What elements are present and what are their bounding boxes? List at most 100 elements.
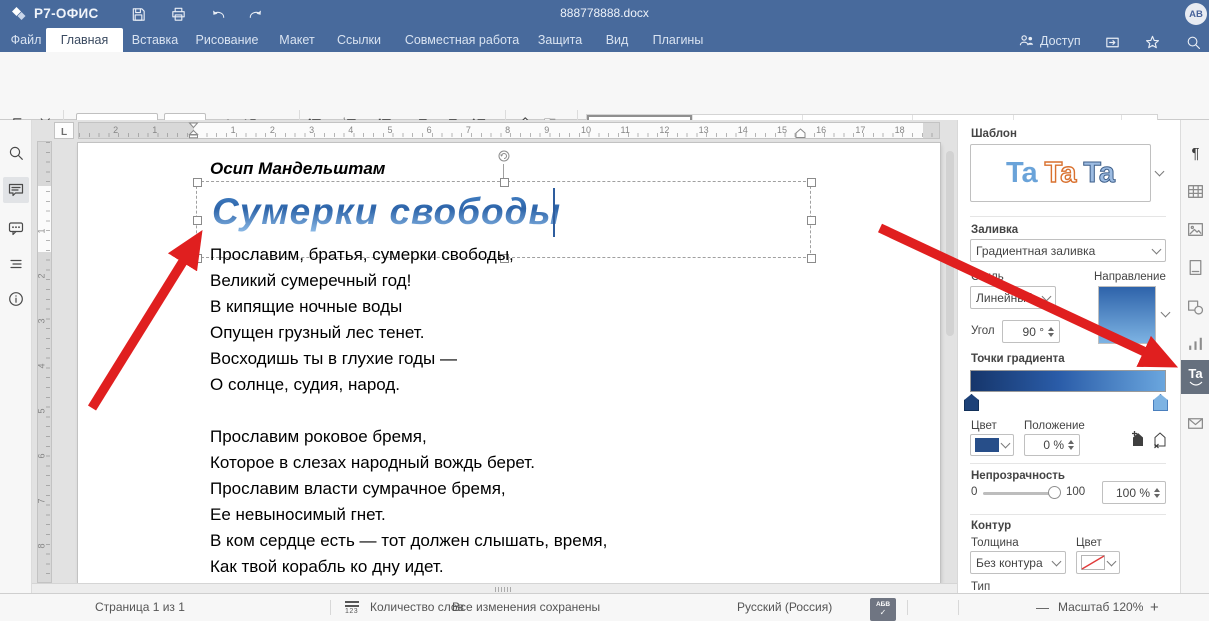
search-button[interactable] (1183, 32, 1203, 52)
vertical-ruler[interactable]: 12345678 (37, 141, 52, 583)
text-line[interactable]: Ее невыносимый гнет. (210, 502, 607, 528)
thickness-label: Толщина (971, 537, 1019, 549)
tab-selector-box[interactable]: L (54, 122, 74, 139)
shape-settings-button[interactable] (1181, 292, 1209, 322)
zoom-in-button[interactable]: + (1150, 594, 1159, 621)
tab-references[interactable]: Ссылки (328, 28, 390, 52)
tab-collaboration[interactable]: Совместная работа (396, 28, 528, 52)
type-label: Тип (971, 581, 990, 593)
stop-color-select[interactable] (970, 434, 1014, 456)
selection-handle-ne[interactable] (807, 178, 816, 187)
access-button[interactable]: Доступ (1018, 32, 1081, 49)
stanza-1[interactable]: Прославим, братья, сумерки свободы, Вели… (210, 242, 514, 398)
selection-handle-n[interactable] (500, 178, 509, 187)
open-file-location-button[interactable] (1102, 32, 1122, 52)
first-line-indent-marker[interactable] (188, 122, 199, 139)
tab-draw[interactable]: Рисование (187, 28, 267, 52)
tab-file[interactable]: Файл (4, 28, 48, 52)
opacity-input[interactable]: 100 % (1102, 481, 1166, 504)
ruler-number: 5 (387, 125, 392, 135)
gradient-stop-left[interactable] (964, 394, 979, 411)
text-line[interactable]: Опущен грузный лес тенет. (210, 320, 514, 346)
text-line[interactable]: Восходишь ты в глухие годы — (210, 346, 514, 372)
chart-settings-button[interactable] (1181, 328, 1209, 358)
stanza-2[interactable]: Прославим роковое бремя, Которое в слеза… (210, 424, 607, 580)
gradient-bar[interactable] (970, 370, 1166, 392)
template-gallery[interactable]: Ta Ta Ta (970, 144, 1151, 202)
tab-selector-glyph: L (61, 127, 67, 138)
text-line[interactable]: Великий сумеречный год! (210, 268, 514, 294)
gradient-direction-preview[interactable] (1098, 286, 1156, 344)
tab-home[interactable]: Главная (46, 28, 123, 52)
direction-label: Направление (1094, 271, 1166, 283)
outline-color-select[interactable] (1076, 551, 1120, 574)
tab-plugins[interactable]: Плагины (642, 28, 714, 52)
text-line[interactable]: В кипящие ночные воды (210, 294, 514, 320)
position-spinner[interactable] (1068, 440, 1074, 450)
rotation-handle[interactable] (497, 149, 511, 163)
page-counter[interactable]: Страница 1 из 1 (95, 594, 185, 621)
selection-handle-nw[interactable] (193, 178, 202, 187)
text-line[interactable]: Прославим, братья, сумерки свободы, (210, 242, 514, 268)
text-line[interactable]: О солнце, судия, народ. (210, 372, 514, 398)
language-select[interactable]: Русский (Россия) (737, 594, 832, 621)
opacity-slider-handle[interactable] (1048, 486, 1061, 499)
tab-layout[interactable]: Макет (268, 28, 326, 52)
tab-insert[interactable]: Вставка (123, 28, 187, 52)
word-count-label[interactable]: Количество слов (370, 594, 464, 621)
mailmerge-settings-button[interactable] (1181, 408, 1209, 438)
add-gradient-stop-button[interactable] (1130, 430, 1146, 450)
chevron-down-icon (1052, 556, 1062, 566)
favorites-button[interactable] (1142, 32, 1162, 52)
direction-expand-chevron[interactable] (1161, 308, 1171, 318)
opacity-slider[interactable] (983, 492, 1054, 495)
user-avatar[interactable]: AB (1185, 3, 1207, 25)
table-settings-button[interactable] (1181, 176, 1209, 206)
rotation-stem (503, 164, 504, 178)
selection-handle-sw[interactable] (193, 254, 202, 263)
headerfooter-settings-button[interactable] (1181, 252, 1209, 282)
text-line[interactable]: В ком сердце есть — тот должен слышать, … (210, 528, 607, 554)
opacity-spinner[interactable] (1154, 488, 1160, 498)
fill-type-select[interactable]: Градиентная заливка (970, 239, 1166, 262)
text-caret (553, 188, 555, 237)
check-icon: ✓ (880, 608, 887, 617)
outline-size-select[interactable]: Без контура (970, 551, 1066, 574)
zoom-out-button[interactable]: — (1036, 594, 1049, 621)
template-expand-chevron[interactable] (1155, 167, 1165, 177)
selection-handle-se[interactable] (807, 254, 816, 263)
chat-button[interactable] (3, 215, 29, 241)
image-settings-button[interactable] (1181, 214, 1209, 244)
navigation-button[interactable] (3, 251, 29, 277)
selection-handle-w[interactable] (193, 216, 202, 225)
text-line[interactable]: Прославим роковое бремя, (210, 424, 607, 450)
position-input[interactable]: 0 % (1024, 434, 1080, 456)
scrollbar-thumb[interactable] (946, 151, 954, 336)
gradient-stop-right[interactable] (1153, 394, 1168, 411)
scroll-grip[interactable] (495, 587, 512, 592)
spellcheck-toggle[interactable]: АБВ ✓ (870, 598, 896, 621)
vertical-scrollbar[interactable] (944, 143, 956, 581)
gradient-style-select[interactable]: Линейный (970, 286, 1056, 309)
tab-view[interactable]: Вид (594, 28, 640, 52)
text-line[interactable]: Которое в слезах народный вождь берет. (210, 450, 607, 476)
textart-settings-button[interactable]: Ta (1181, 360, 1209, 394)
about-button[interactable] (3, 286, 29, 312)
word-count-icon[interactable]: 123 (345, 599, 363, 617)
text-line[interactable]: Как твой корабль ко дну идет. (210, 554, 607, 580)
remove-gradient-stop-button[interactable] (1152, 430, 1168, 450)
ruler-number: 2 (37, 273, 47, 278)
find-button[interactable] (3, 140, 29, 166)
comments-button[interactable] (3, 177, 29, 203)
author-line[interactable]: Осип Мандельштам (210, 159, 385, 179)
angle-spinner[interactable] (1048, 327, 1054, 337)
selection-handle-e[interactable] (807, 216, 816, 225)
position-label: Положение (1024, 420, 1085, 432)
left-sidebar (0, 120, 32, 593)
horizontal-ruler[interactable]: 12345678910111213141516171812 (78, 122, 940, 139)
tab-protection[interactable]: Защита (530, 28, 590, 52)
text-line[interactable]: Прославим власти сумрачное бремя, (210, 476, 607, 502)
paragraph-settings-button[interactable]: ¶ (1181, 138, 1209, 168)
angle-input[interactable]: 90 ° (1002, 320, 1060, 343)
right-indent-marker[interactable] (795, 128, 806, 139)
